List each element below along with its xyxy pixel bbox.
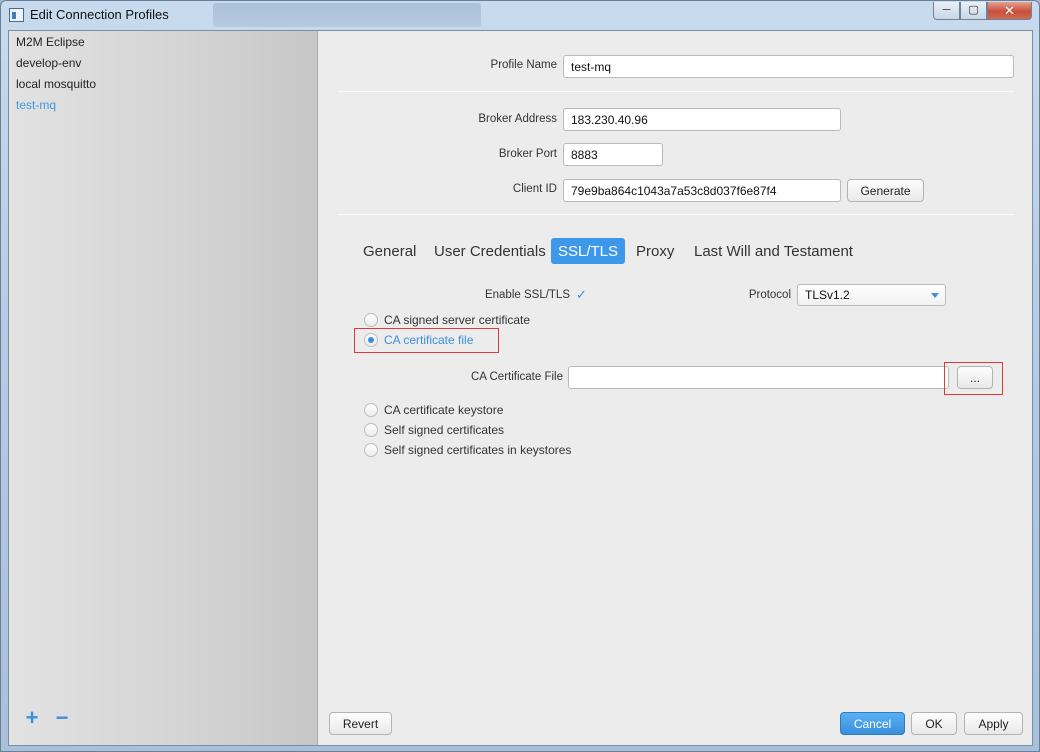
profiles-sidebar: M2M Eclipse develop-env local mosquitto …: [9, 31, 318, 745]
ca-certificate-file-label: CA Certificate File: [470, 371, 563, 383]
protocol-label: Protocol: [748, 289, 791, 301]
highlight-box-browse-button: [944, 362, 1003, 395]
tab-ssl-tls[interactable]: SSL/TLS: [551, 238, 625, 264]
remove-profile-button[interactable]: −: [54, 707, 70, 729]
radio-label: CA certificate keystore: [384, 403, 504, 417]
broker-address-label: Broker Address: [478, 113, 557, 125]
client-id-label: Client ID: [512, 183, 557, 195]
enable-ssl-tls-label: Enable SSL/TLS: [484, 289, 570, 301]
cancel-button[interactable]: Cancel: [840, 712, 905, 735]
radio-label: Self signed certificates: [384, 423, 505, 437]
protocol-selected-value: TLSv1.2: [805, 288, 850, 302]
ok-button[interactable]: OK: [911, 712, 957, 735]
radio-self-signed-certificates-in-keystores[interactable]: Self signed certificates in keystores: [364, 441, 571, 459]
broker-address-input[interactable]: [563, 108, 841, 131]
separator-2: [338, 214, 1014, 215]
profile-name-label: Profile Name: [490, 59, 557, 71]
title-bar-blur: [213, 3, 481, 27]
maximize-button[interactable]: ▢: [960, 2, 987, 20]
window-controls: ─ ▢ ✕: [933, 2, 1032, 20]
edit-connection-profiles-window: Edit Connection Profiles ─ ▢ ✕ M2M Eclip…: [0, 0, 1040, 752]
radio-ca-certificate-keystore[interactable]: CA certificate keystore: [364, 401, 503, 419]
client-id-input[interactable]: [563, 179, 841, 202]
radio-button[interactable]: [364, 423, 378, 437]
radio-label: CA signed server certificate: [384, 313, 531, 327]
window-title: Edit Connection Profiles: [30, 7, 169, 22]
close-button[interactable]: ✕: [987, 2, 1032, 20]
minimize-button[interactable]: ─: [933, 2, 960, 20]
generate-button[interactable]: Generate: [847, 179, 924, 202]
tab-last-will-and-testament[interactable]: Last Will and Testament: [686, 238, 861, 264]
radio-ca-signed-server-certificate[interactable]: CA signed server certificate: [364, 311, 530, 329]
profile-form: Profile Name Broker Address Broker Port …: [318, 31, 1034, 745]
profile-name-input[interactable]: [563, 55, 1014, 78]
radio-button[interactable]: [364, 313, 378, 327]
radio-label: Self signed certificates in keystores: [384, 443, 572, 457]
dialog-client-area: M2M Eclipse develop-env local mosquitto …: [8, 30, 1033, 746]
chevron-down-icon: [931, 293, 939, 298]
protocol-select[interactable]: TLSv1.2: [797, 284, 946, 306]
profile-item-test-mq[interactable]: test-mq: [16, 98, 56, 118]
add-profile-button[interactable]: +: [24, 707, 40, 729]
apply-button[interactable]: Apply: [964, 712, 1023, 735]
revert-button[interactable]: Revert: [329, 712, 392, 735]
profile-item-develop-env[interactable]: develop-env: [16, 56, 81, 76]
app-window-icon: [9, 8, 24, 22]
radio-button[interactable]: [364, 443, 378, 457]
radio-self-signed-certificates[interactable]: Self signed certificates: [364, 421, 504, 439]
tab-general[interactable]: General: [355, 238, 424, 264]
profile-item-local-mosquitto[interactable]: local mosquitto: [16, 77, 96, 97]
broker-port-label: Broker Port: [498, 148, 557, 160]
broker-port-input[interactable]: [563, 143, 663, 166]
tab-user-credentials[interactable]: User Credentials: [426, 238, 554, 264]
ca-certificate-file-input[interactable]: [568, 366, 949, 389]
profile-item-m2m-eclipse[interactable]: M2M Eclipse: [16, 35, 85, 55]
separator-1: [338, 91, 1014, 92]
enable-ssl-tls-checkbox[interactable]: ✓: [576, 288, 590, 302]
highlight-box-ca-certificate-file: [354, 328, 499, 353]
title-bar[interactable]: Edit Connection Profiles ─ ▢ ✕: [1, 1, 1039, 30]
tab-proxy[interactable]: Proxy: [628, 238, 682, 264]
radio-button[interactable]: [364, 403, 378, 417]
